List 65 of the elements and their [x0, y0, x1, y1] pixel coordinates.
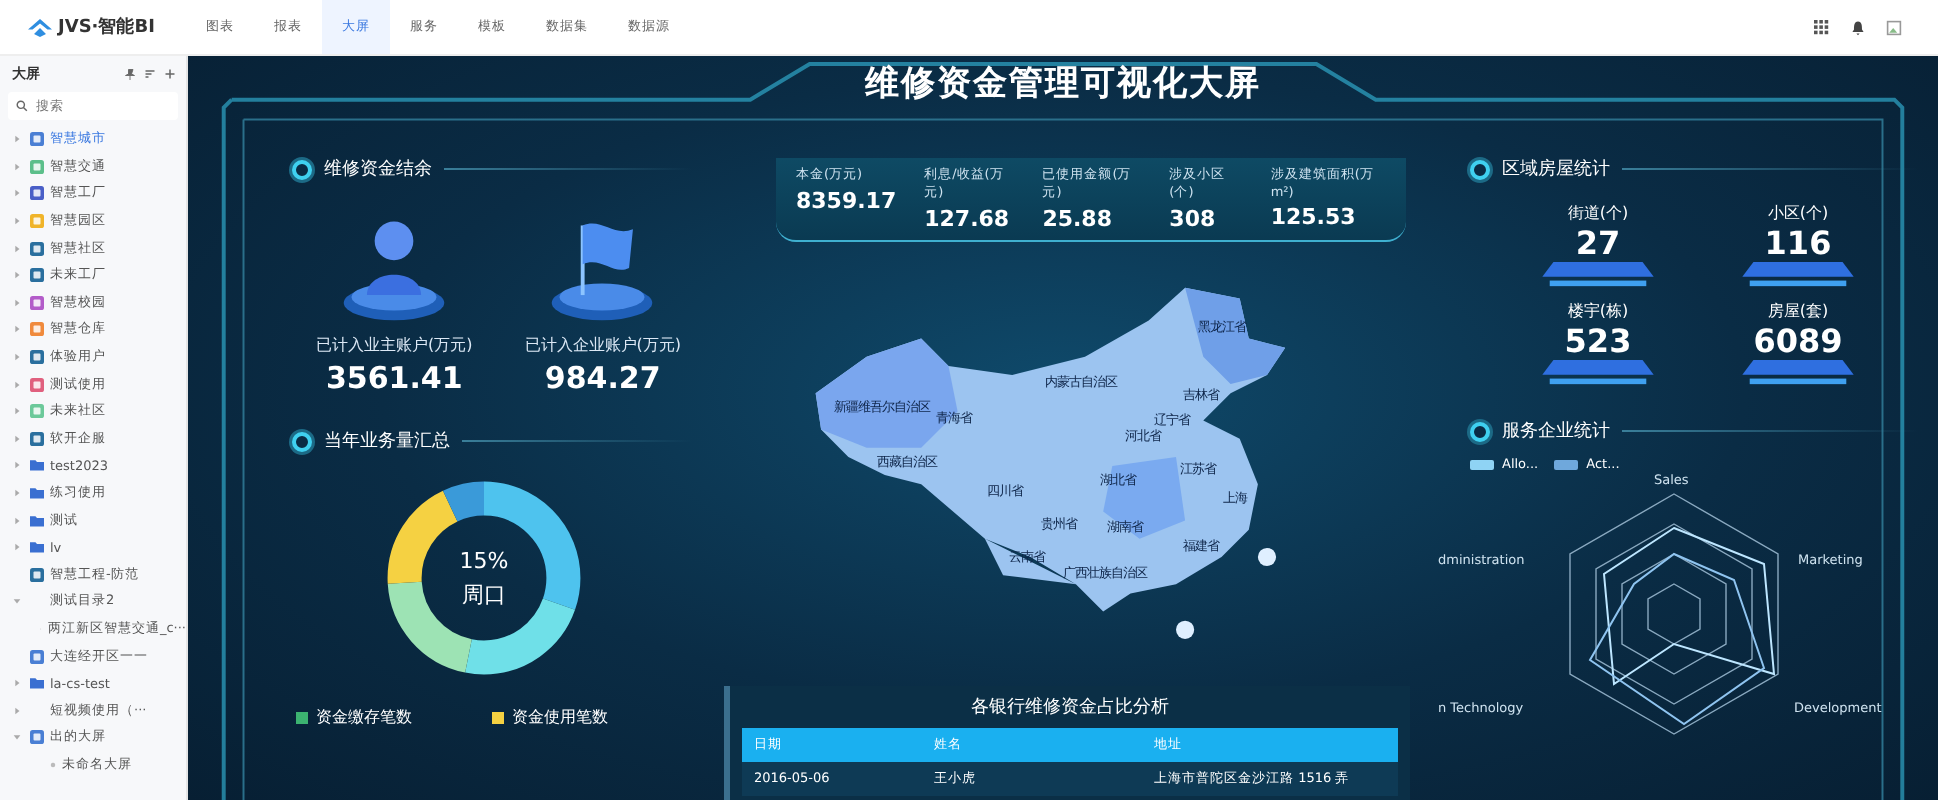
legend-label: 资金使用笔数	[512, 706, 608, 728]
caret-icon	[12, 705, 22, 716]
caret-icon	[12, 243, 22, 254]
platform-icon	[1542, 360, 1654, 386]
stat-value: 125.53	[1270, 204, 1358, 230]
caret-icon	[12, 161, 22, 172]
metric-label: 楼宇(栋)	[1567, 300, 1629, 322]
section-title: 维修资金结余	[324, 157, 432, 182]
section-title: 服务企业统计	[1502, 419, 1610, 444]
section-title: 当年业务量汇总	[324, 429, 450, 454]
metric-label: 街道(个)	[1567, 202, 1629, 224]
caret-icon	[12, 433, 22, 444]
caret-icon	[12, 216, 22, 227]
caret-icon	[12, 134, 22, 145]
search-icon	[16, 100, 28, 112]
metric-value: 984.27	[544, 360, 661, 396]
metric-value: 3561.41	[325, 360, 463, 396]
bell-icon[interactable]	[1850, 19, 1866, 35]
caret-icon	[12, 488, 22, 499]
metric-value: 6089	[1753, 322, 1843, 360]
caret-icon	[12, 379, 22, 390]
metric-label: 房屋(套)	[1767, 300, 1829, 322]
section-title: 区域房屋统计	[1502, 157, 1610, 182]
legend-label: 资金缴存笔数	[316, 706, 412, 728]
caret-icon	[12, 188, 22, 199]
sort-icon[interactable]	[144, 68, 156, 80]
stat-value: 25.88	[1042, 206, 1114, 232]
caret-icon	[12, 460, 22, 471]
caret-icon	[12, 542, 22, 553]
logo-icon	[28, 17, 52, 37]
donut-label: 周口	[462, 579, 506, 609]
platform-icon	[1742, 360, 1854, 386]
stat-value: 8359.17	[796, 188, 897, 214]
metric-value: 116	[1764, 224, 1832, 262]
metric-label: 已计入企业账户(万元)	[524, 334, 681, 356]
grid-icon[interactable]	[1814, 19, 1830, 35]
caret-icon	[12, 515, 22, 526]
pin-icon[interactable]	[124, 68, 136, 80]
ring-icon	[1470, 159, 1490, 179]
dot-icon	[50, 761, 56, 768]
stat-value: 127.68	[924, 206, 1012, 232]
app-logo: JVS·智能BI	[58, 15, 155, 40]
caret-icon	[12, 732, 22, 743]
caret-icon	[12, 270, 22, 281]
table-title: 各银行维修资金占比分析	[969, 695, 1171, 720]
ring-icon	[1470, 421, 1490, 441]
ring-icon	[292, 159, 312, 179]
caret-icon	[12, 678, 22, 689]
metric-label: 小区(个)	[1767, 202, 1829, 224]
caret-icon	[12, 596, 22, 607]
donut-value: 15%	[459, 547, 509, 573]
add-icon[interactable]	[164, 68, 176, 80]
metric-value: 523	[1564, 322, 1632, 360]
caret-icon	[12, 297, 22, 308]
image-icon[interactable]	[1886, 19, 1902, 35]
ring-icon	[292, 431, 312, 451]
metric-value: 27	[1575, 224, 1621, 262]
caret-icon	[12, 406, 22, 417]
platform-icon	[1542, 262, 1654, 288]
caret-icon	[12, 324, 22, 335]
platform-icon	[1742, 262, 1854, 288]
stat-value: 308	[1169, 206, 1218, 232]
dashboard-title: 维修资金管理可视化大屏	[863, 62, 1263, 108]
metric-label: 已计入业主账户(万元)	[316, 334, 473, 356]
caret-icon	[12, 352, 22, 363]
